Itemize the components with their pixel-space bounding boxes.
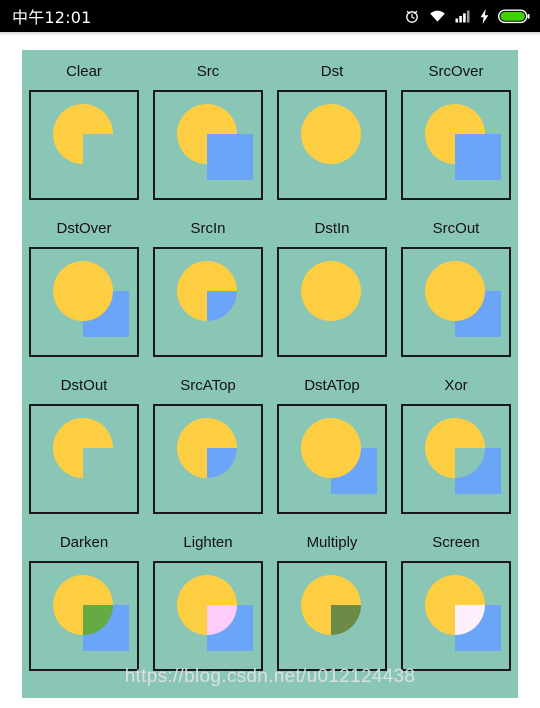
porterduff-grid: Clear Src Dst SrcOver DstOver SrcIn DstI… <box>22 50 518 678</box>
cell-label: SrcOut <box>432 220 480 237</box>
wifi-icon <box>429 9 446 23</box>
cell-label: Multiply <box>306 534 358 551</box>
charging-bolt-icon <box>480 8 489 24</box>
composite-canvas-srcover <box>401 90 511 200</box>
composite-canvas-multiply <box>277 561 387 671</box>
cell-label: DstOut <box>60 377 108 394</box>
cell-dst[interactable]: Dst <box>270 50 394 207</box>
cell-dstout[interactable]: DstOut <box>22 364 146 521</box>
cell-clear[interactable]: Clear <box>22 50 146 207</box>
composite-canvas-dstover <box>29 247 139 357</box>
cell-label: SrcIn <box>190 220 226 237</box>
battery-icon <box>498 9 530 24</box>
cell-dstin[interactable]: DstIn <box>270 207 394 364</box>
cell-dstover[interactable]: DstOver <box>22 207 146 364</box>
composite-canvas-dstin <box>277 247 387 357</box>
cell-xor[interactable]: Xor <box>394 364 518 521</box>
cell-multiply[interactable]: Multiply <box>270 521 394 678</box>
cell-src[interactable]: Src <box>146 50 270 207</box>
composite-canvas-dst <box>277 90 387 200</box>
cell-label: Xor <box>444 377 468 394</box>
cell-label: SrcOver <box>428 63 484 80</box>
composite-canvas-srcout <box>401 247 511 357</box>
cell-srcatop[interactable]: SrcATop <box>146 364 270 521</box>
cell-lighten[interactable]: Lighten <box>146 521 270 678</box>
cell-label: Dst <box>320 63 344 80</box>
composite-canvas-darken <box>29 561 139 671</box>
composite-canvas-srcatop <box>153 404 263 514</box>
cell-label: Darken <box>59 534 109 551</box>
cell-screen[interactable]: Screen <box>394 521 518 678</box>
cell-srcout[interactable]: SrcOut <box>394 207 518 364</box>
status-icon-group <box>404 8 530 24</box>
cell-srcin[interactable]: SrcIn <box>146 207 270 364</box>
signal-icon <box>455 9 471 23</box>
status-bar-shadow <box>0 32 540 36</box>
composite-canvas-dstout <box>29 404 139 514</box>
status-bar: 中午12:01 <box>0 0 540 32</box>
status-clock: 中午12:01 <box>12 8 92 27</box>
cell-label: SrcATop <box>180 377 236 394</box>
porterduff-demo-panel: Clear Src Dst SrcOver DstOver SrcIn DstI… <box>22 50 518 698</box>
composite-canvas-xor <box>401 404 511 514</box>
composite-canvas-lighten <box>153 561 263 671</box>
cell-label: DstIn <box>314 220 350 237</box>
cell-srcover[interactable]: SrcOver <box>394 50 518 207</box>
composite-canvas-dstatop <box>277 404 387 514</box>
cell-label: DstATop <box>304 377 360 394</box>
cell-label: Screen <box>432 534 480 551</box>
composite-canvas-screen <box>401 561 511 671</box>
cell-label: Lighten <box>183 534 233 551</box>
composite-canvas-srcin <box>153 247 263 357</box>
cell-label: DstOver <box>56 220 112 237</box>
alarm-icon <box>404 8 420 24</box>
cell-dstatop[interactable]: DstATop <box>270 364 394 521</box>
cell-label: Src <box>196 63 220 80</box>
cell-darken[interactable]: Darken <box>22 521 146 678</box>
composite-canvas-src <box>153 90 263 200</box>
cell-label: Clear <box>66 63 102 80</box>
composite-canvas-clear <box>29 90 139 200</box>
